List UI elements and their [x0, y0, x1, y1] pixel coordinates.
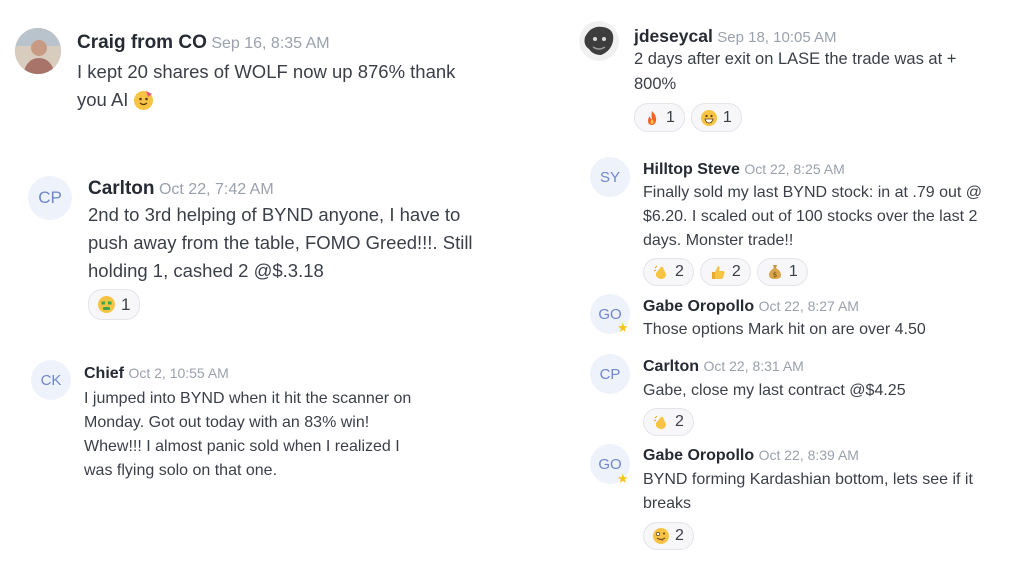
clapping-hands-icon [653, 264, 669, 280]
timestamp: Oct 22, 8:27 AM [758, 298, 859, 314]
message-line: $6.20. I scaled out of 100 stocks over t… [643, 208, 978, 225]
message-line: Monday. Got out today with an 83% win! [84, 414, 370, 431]
money-mouth-face-icon [98, 296, 115, 313]
avatar-initials: CP [599, 365, 621, 383]
author-name[interactable]: Hilltop Steve [643, 161, 740, 178]
message-line: breaks [643, 495, 692, 512]
reaction-count: 1 [666, 108, 675, 126]
message-line: Gabe, close my last contract @$4.25 [643, 382, 906, 399]
star-badge-icon: ★ [617, 320, 629, 335]
avatar-initials: SY [599, 168, 620, 186]
user-avatar-jdeseycal[interactable] [579, 21, 619, 61]
message-line: Whew!!! I almost panic sold when I reali… [84, 438, 400, 455]
user-avatar-sy[interactable]: SY [590, 157, 630, 197]
message-line: days. Monster trade!! [643, 232, 794, 249]
reaction-count: 2 [731, 263, 741, 280]
avatar-initials: GO [598, 455, 622, 473]
party-face-icon [134, 90, 154, 110]
author-name[interactable]: Gabe Oropollo [643, 298, 754, 315]
clapping-hands-icon [653, 414, 669, 430]
avatar-initials: CP [38, 188, 62, 207]
message-line: you AI [77, 89, 129, 110]
author-name[interactable]: jdeseycal [634, 26, 713, 46]
reaction-fire[interactable]: 1 [634, 103, 685, 132]
reaction-money-bag[interactable]: $ 1 [756, 258, 808, 286]
svg-text:$: $ [773, 271, 777, 279]
message-line: holding 1, cashed 2 @$.3.18 [88, 260, 324, 281]
timestamp: Sep 18, 10:05 AM [717, 29, 837, 46]
author-name[interactable]: Craig from CO [77, 32, 207, 53]
reaction-clapping[interactable]: 2 [643, 258, 694, 286]
message-line: I jumped into BYND when it hit the scann… [84, 390, 412, 407]
thumbs-up-icon [710, 264, 726, 280]
author-name[interactable]: Carlton [643, 358, 699, 375]
reaction-count: 2 [675, 527, 684, 544]
timestamp: Oct 22, 8:39 AM [758, 447, 859, 463]
reaction-count: 2 [675, 263, 684, 280]
author-name[interactable]: Chief [84, 365, 124, 382]
reaction-grinning[interactable]: 1 [690, 103, 742, 132]
fire-icon [644, 110, 660, 126]
message-line: I kept 20 shares of WOLF now up 876% tha… [77, 61, 456, 82]
user-avatar-cp[interactable]: CP [28, 176, 72, 220]
message-line: Finally sold my last BYND stock: in at .… [643, 184, 983, 201]
reaction-count: 1 [788, 263, 798, 280]
message-line: BYND forming Kardashian bottom, lets see… [643, 471, 973, 488]
timestamp: Oct 22, 7:42 AM [158, 181, 274, 198]
reaction-money-mouth[interactable]: 1 [88, 289, 141, 320]
author-name[interactable]: Carlton [88, 178, 155, 199]
reaction-count: 1 [722, 108, 732, 126]
message-line: 800% [634, 74, 677, 93]
user-avatar-cp[interactable]: CP [590, 354, 630, 394]
reaction-count: 2 [675, 413, 684, 430]
reaction-clapping[interactable]: 2 [643, 408, 694, 436]
user-avatar-craig[interactable] [15, 28, 61, 74]
reaction-zany[interactable]: 2 [643, 522, 694, 550]
money-bag-icon: $ [767, 264, 783, 280]
timestamp: Oct 22, 8:31 AM [703, 358, 804, 374]
user-avatar-ck[interactable]: CK [31, 360, 71, 400]
reaction-count: 1 [121, 294, 131, 314]
zany-face-icon [653, 528, 669, 544]
timestamp: Oct 2, 10:55 AM [128, 365, 229, 381]
author-name[interactable]: Gabe Oropollo [643, 447, 754, 464]
timestamp: Oct 22, 8:25 AM [744, 161, 845, 177]
message-line: 2nd to 3rd helping of BYND anyone, I hav… [88, 204, 461, 225]
message-line: Those options Mark hit on are over 4.50 [643, 321, 926, 338]
timestamp: Sep 16, 8:35 AM [211, 35, 330, 52]
star-badge-icon: ★ [617, 471, 629, 486]
message-line: push away from the table, FOMO Greed!!!.… [88, 232, 473, 253]
reaction-thumbs-up[interactable]: 2 [699, 258, 751, 286]
grinning-face-icon [700, 109, 717, 126]
message-line: was flying solo on that one. [84, 462, 278, 479]
message-line: 2 days after exit on LASE the trade was … [634, 50, 957, 68]
avatar-initials: CK [40, 371, 62, 389]
